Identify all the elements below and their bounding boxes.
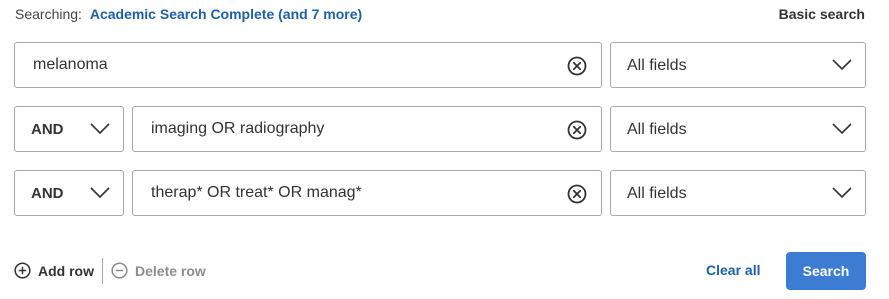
divider bbox=[102, 258, 103, 284]
search-term-input-1[interactable]: melanoma bbox=[14, 42, 602, 88]
field-select-value-3: All fields bbox=[627, 185, 687, 202]
clear-icon[interactable] bbox=[567, 56, 587, 76]
chevron-down-icon bbox=[90, 187, 110, 199]
search-term-input-2[interactable]: imaging OR radiography bbox=[132, 106, 602, 152]
search-term-value-3: therap* OR treat* OR manag* bbox=[151, 184, 362, 201]
databases-link[interactable]: Academic Search Complete (and 7 more) bbox=[90, 6, 362, 22]
minus-circle-icon bbox=[111, 262, 128, 279]
search-term-value-2: imaging OR radiography bbox=[151, 120, 325, 137]
delete-row-label: Delete row bbox=[135, 262, 206, 279]
boolean-operator-select-2[interactable]: AND bbox=[14, 106, 124, 152]
search-button[interactable]: Search bbox=[786, 252, 866, 290]
field-select-3[interactable]: All fields bbox=[610, 170, 866, 216]
clear-all-link[interactable]: Clear all bbox=[706, 262, 760, 278]
field-select-2[interactable]: All fields bbox=[610, 106, 866, 152]
chevron-down-icon bbox=[832, 123, 852, 135]
delete-row-button[interactable]: Delete row bbox=[111, 262, 206, 279]
field-select-1[interactable]: All fields bbox=[610, 42, 866, 88]
add-row-button[interactable]: Add row bbox=[14, 262, 94, 279]
basic-search-link[interactable]: Basic search bbox=[779, 6, 865, 22]
field-select-value-2: All fields bbox=[627, 121, 687, 138]
boolean-operator-value-3: AND bbox=[31, 185, 64, 202]
field-select-value-1: All fields bbox=[627, 57, 687, 74]
search-term-value-1: melanoma bbox=[33, 56, 108, 73]
search-term-input-3[interactable]: therap* OR treat* OR manag* bbox=[132, 170, 602, 216]
boolean-operator-value-2: AND bbox=[31, 121, 64, 138]
searching-label: Searching: bbox=[15, 6, 82, 22]
searching-info: Searching: Academic Search Complete (and… bbox=[15, 6, 362, 22]
boolean-operator-select-3[interactable]: AND bbox=[14, 170, 124, 216]
chevron-down-icon bbox=[832, 59, 852, 71]
plus-circle-icon bbox=[14, 262, 31, 279]
clear-icon[interactable] bbox=[567, 184, 587, 204]
clear-icon[interactable] bbox=[567, 120, 587, 140]
chevron-down-icon bbox=[832, 187, 852, 199]
add-row-label: Add row bbox=[38, 262, 94, 279]
chevron-down-icon bbox=[90, 123, 110, 135]
